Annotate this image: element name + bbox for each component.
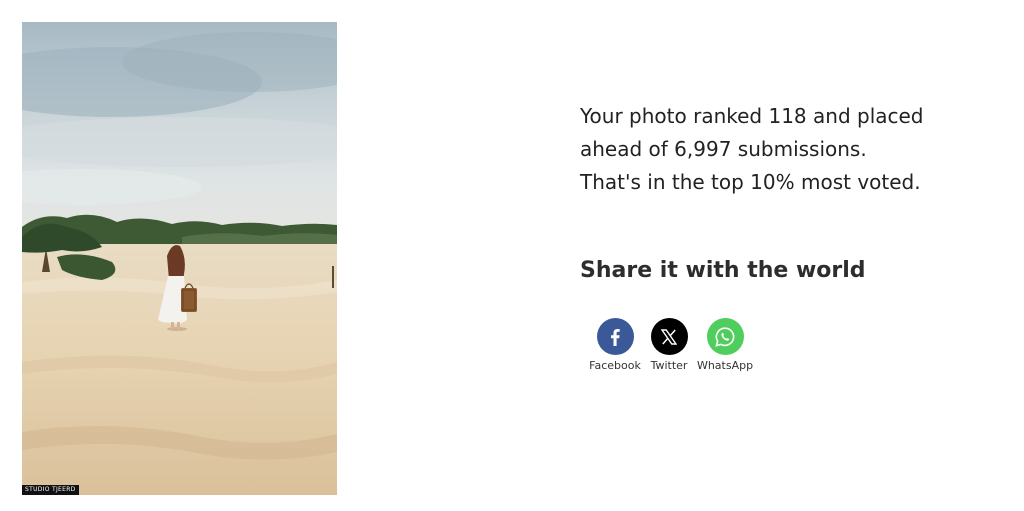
whatsapp-icon <box>706 318 744 355</box>
whatsapp-label: WhatsApp <box>696 359 754 372</box>
facebook-label: Facebook <box>589 359 641 372</box>
photo-image <box>22 22 337 495</box>
rank-message-line-1: Your photo ranked 118 and placed <box>580 104 924 128</box>
facebook-icon <box>596 318 634 355</box>
facebook-share-button[interactable]: Facebook <box>588 318 642 372</box>
share-buttons: Facebook Twitter WhatsApp <box>588 318 754 372</box>
submitted-photo: STUDIO TJEERD <box>22 22 337 495</box>
rank-message: Your photo ranked 118 and placed ahead o… <box>580 100 1000 199</box>
twitter-share-button[interactable]: Twitter <box>650 318 688 372</box>
photo-watermark: STUDIO TJEERD <box>22 485 79 495</box>
whatsapp-share-button[interactable]: WhatsApp <box>696 318 754 372</box>
rank-message-line-2: ahead of 6,997 submissions. <box>580 137 867 161</box>
share-heading: Share it with the world <box>580 258 866 283</box>
twitter-label: Twitter <box>650 359 688 372</box>
rank-message-line-3: That's in the top 10% most voted. <box>580 170 921 194</box>
page: STUDIO TJEERD Your photo ranked 118 and … <box>0 0 1024 511</box>
x-icon <box>650 318 688 355</box>
